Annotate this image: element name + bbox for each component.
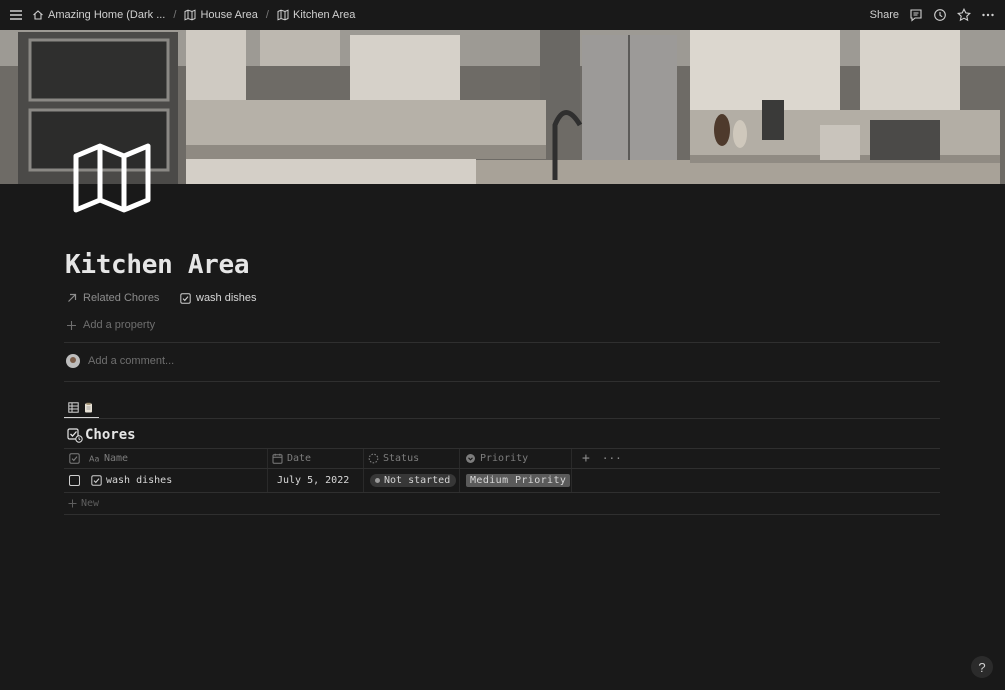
table-row[interactable]: wash dishes July 5, 2022 Not started Med… <box>64 469 940 493</box>
clipboard-icon <box>83 402 94 413</box>
cell-date[interactable]: July 5, 2022 <box>268 469 364 492</box>
add-property-button[interactable]: Add a property <box>66 319 155 331</box>
column-header-status[interactable]: Status <box>364 449 460 468</box>
comment-placeholder: Add a comment... <box>88 355 175 367</box>
column-more-button[interactable]: ··· <box>602 452 622 465</box>
history-icon[interactable] <box>933 8 947 22</box>
status-badge: Not started <box>370 474 457 487</box>
star-icon[interactable] <box>957 8 971 22</box>
divider <box>64 418 940 419</box>
svg-text:Aa: Aa <box>89 455 99 464</box>
database-title-text: Chores <box>85 427 136 443</box>
column-header-priority[interactable]: Priority <box>460 449 572 468</box>
more-icon[interactable] <box>981 8 995 22</box>
tab-table-view[interactable] <box>64 397 99 419</box>
breadcrumb-label: House Area <box>200 9 258 21</box>
map-icon[interactable] <box>72 142 152 214</box>
breadcrumb-separator: / <box>265 9 269 21</box>
property-value: wash dishes <box>196 292 257 304</box>
checkbox-icon <box>180 292 191 304</box>
column-label: Status <box>383 453 420 464</box>
column-actions: + ··· <box>572 451 622 466</box>
checkbox-icon <box>68 453 80 464</box>
comment-box[interactable]: Add a comment... <box>66 354 174 368</box>
column-label: Name <box>104 453 129 464</box>
select-property-icon <box>465 453 476 464</box>
property-related-chores[interactable]: Related Chores <box>66 292 159 304</box>
select-all-checkbox[interactable] <box>64 449 84 468</box>
divider <box>64 342 940 343</box>
top-bar: Amazing Home (Dark ... / House Area / Ki… <box>0 0 1005 30</box>
share-button[interactable]: Share <box>870 9 899 21</box>
cell-priority[interactable]: Medium Priority <box>460 469 572 492</box>
divider <box>64 381 940 382</box>
add-property-label: Add a property <box>83 319 156 331</box>
map-icon <box>184 9 196 21</box>
status-icon <box>368 453 379 464</box>
cell-status[interactable]: Not started <box>364 469 460 492</box>
property-value-link[interactable]: wash dishes <box>180 292 257 304</box>
breadcrumb-label: Kitchen Area <box>292 9 356 21</box>
breadcrumb-separator: / <box>173 9 177 21</box>
cell-name[interactable]: wash dishes <box>84 469 268 492</box>
status-text: Not started <box>384 475 451 486</box>
breadcrumb: Amazing Home (Dark ... / House Area / Ki… <box>32 0 355 30</box>
checklist-icon <box>67 427 83 443</box>
breadcrumb-item-house-area[interactable]: House Area <box>184 9 258 21</box>
page-title[interactable]: Kitchen Area <box>65 250 250 280</box>
breadcrumb-item-kitchen-area[interactable]: Kitchen Area <box>277 9 355 21</box>
avatar <box>66 354 80 368</box>
home-icon <box>32 9 44 21</box>
map-icon <box>277 9 289 21</box>
property-label: Related Chores <box>83 292 160 304</box>
column-label: Priority <box>480 453 529 464</box>
arrow-up-right-icon <box>66 292 78 304</box>
column-header-date[interactable]: Date <box>268 449 364 468</box>
menu-icon[interactable] <box>8 7 24 23</box>
row-name: wash dishes <box>106 475 173 486</box>
comment-icon[interactable] <box>909 8 923 22</box>
row-date: July 5, 2022 <box>277 475 350 486</box>
checkbox[interactable] <box>68 475 80 486</box>
database-title[interactable]: Chores <box>67 427 136 443</box>
column-header-name[interactable]: Aa Name <box>84 449 268 468</box>
breadcrumb-label: Amazing Home (Dark ... <box>48 9 166 21</box>
breadcrumb-item-home[interactable]: Amazing Home (Dark ... <box>32 9 165 21</box>
table-header: Aa Name Date Status Priority + ··· <box>64 448 940 469</box>
column-label: Date <box>287 453 312 464</box>
plus-icon <box>66 320 77 331</box>
priority-badge: Medium Priority <box>466 474 571 487</box>
topbar-actions: Share <box>870 0 995 30</box>
new-row-label: New <box>81 498 100 509</box>
calendar-icon <box>272 453 283 464</box>
table-icon <box>68 401 79 413</box>
checkbox-icon <box>91 475 102 486</box>
new-row-button[interactable]: New <box>64 493 940 515</box>
help-button[interactable]: ? <box>971 656 993 678</box>
plus-icon <box>68 499 77 508</box>
status-dot-icon <box>375 478 380 483</box>
add-column-button[interactable]: + <box>582 451 590 466</box>
row-select-checkbox[interactable] <box>64 469 84 492</box>
text-property-icon: Aa <box>89 453 100 464</box>
